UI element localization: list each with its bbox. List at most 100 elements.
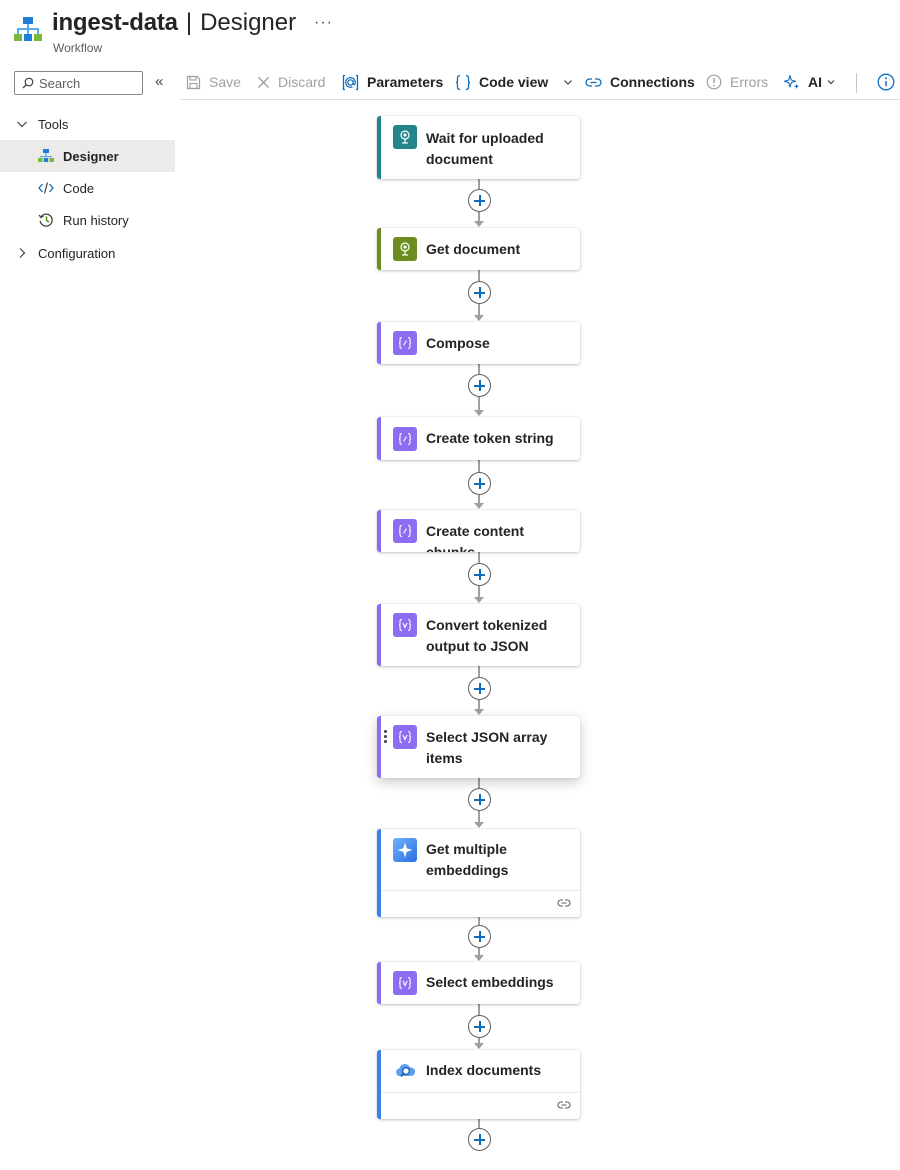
search-icon [22,77,34,89]
workflow-step-card[interactable]: Create content chunks [377,510,580,552]
info-icon[interactable] [877,73,895,91]
flow-arrow [474,597,484,603]
connections-button[interactable]: Connections [585,72,695,92]
compose-icon [393,427,417,451]
add-step-button[interactable] [468,1128,491,1151]
step-label: Index documents [426,1062,542,1078]
workflow-step-card[interactable]: Index documents [377,1050,580,1119]
resource-type: Workflow [53,41,103,55]
sidebar-group-label: Tools [38,116,69,132]
chevron-down-icon [564,80,573,85]
flow-connector [478,1004,480,1015]
step-label: Wait for uploaded document [426,130,544,167]
workflow-step-card[interactable]: Wait for uploaded document [377,116,580,179]
data-operation-icon [393,613,417,637]
add-step-button[interactable] [468,1015,491,1038]
add-step-button[interactable] [468,472,491,495]
workflow-icon [14,17,42,41]
page-header: ingest-data | Designer ··· Workflow [0,0,900,62]
code-view-button[interactable]: Code view [455,72,574,92]
sidebar-group-label: Configuration [38,245,116,261]
page-title: ingest-data [52,9,178,36]
workflow-step-card[interactable]: Compose [377,322,580,364]
history-icon [38,213,53,227]
flow-connector [478,552,480,563]
step-accent-bar [377,962,381,1004]
step-label: Convert tokenized output to JSON [426,617,548,654]
flow-arrow [474,315,484,321]
chevron-down-icon [827,80,835,85]
parameters-icon [342,74,359,90]
flow-arrow [474,503,484,509]
add-step-button[interactable] [468,677,491,700]
data-operation-icon [393,725,417,749]
step-accent-bar [377,510,381,552]
designer-canvas: Wait for uploaded document Get document Co… [180,101,900,1170]
toolbar-divider [856,73,857,93]
discard-label: Discard [278,74,326,90]
workflow-step-card[interactable]: Convert tokenized output to JSON [377,604,580,666]
sidebar-group-configuration[interactable]: Configuration [0,237,175,269]
step-label: Get multiple embeddings [426,841,509,878]
code-icon [38,182,54,194]
workflow-step-card[interactable]: Get multiple embeddings [377,829,580,917]
step-footer [381,890,580,917]
discard-button[interactable]: Discard [257,72,325,92]
more-options-button[interactable]: ··· [314,14,333,32]
step-accent-bar [377,322,381,364]
document-trigger-icon [393,125,417,149]
app-window: ingest-data | Designer ··· Workflow « To… [0,0,900,1170]
step-label: Select JSON array items [426,729,548,766]
flow-arrow [474,822,484,828]
flow-connector [478,917,480,925]
flow-connector [478,179,480,189]
workflow-step-card[interactable]: Get document [377,228,580,270]
connection-link-icon [557,1101,571,1109]
parameters-label: Parameters [367,74,444,90]
flow-arrow [474,410,484,416]
chevron-right-icon [19,248,26,258]
search-input[interactable] [39,75,129,91]
ai-button[interactable]: AI [784,72,836,92]
add-step-button[interactable] [468,563,491,586]
collapse-sidebar-button[interactable]: « [155,73,171,91]
workflow-step-card[interactable]: Select JSON array items [377,716,580,778]
code-view-label: Code view [479,74,549,90]
chevron-down-icon [17,121,27,128]
flow-connector [478,666,480,677]
step-footer [381,1092,580,1119]
step-accent-bar [377,417,381,460]
workflow-step-card[interactable]: Select embeddings [377,962,580,1004]
add-step-button[interactable] [468,374,491,397]
save-button[interactable]: Save [186,72,241,92]
sidebar-item-designer[interactable]: Designer [0,140,175,172]
add-step-button[interactable] [468,925,491,948]
drag-handle[interactable] [384,730,387,743]
step-label: Compose [426,335,490,351]
flow-arrow [474,709,484,715]
workflow-step-card[interactable]: Create token string [377,417,580,460]
sidebar-item-run-history[interactable]: Run history [0,204,175,236]
errors-label: Errors [730,74,769,90]
save-label: Save [209,74,241,90]
close-icon [258,76,269,88]
compose-icon [393,519,417,543]
title-separator: | [185,9,193,36]
page-subtitle: Designer [200,9,297,36]
link-icon [585,77,602,87]
ai-label: AI [808,74,822,90]
flow-connector [478,397,480,411]
errors-button[interactable]: Errors [706,72,768,92]
sidebar-group-tools[interactable]: Tools [0,108,175,140]
sidebar-item-code[interactable]: Code [0,172,175,204]
parameters-button[interactable]: Parameters [342,72,443,92]
flow-connector [478,270,480,281]
flow-connector [478,778,480,788]
add-step-button[interactable] [468,189,491,212]
add-step-button[interactable] [468,788,491,811]
search-box [14,71,143,95]
add-step-button[interactable] [468,281,491,304]
sidebar-item-label: Code [63,180,95,196]
code-braces-icon [455,74,471,90]
ai-search-icon [393,1059,417,1083]
